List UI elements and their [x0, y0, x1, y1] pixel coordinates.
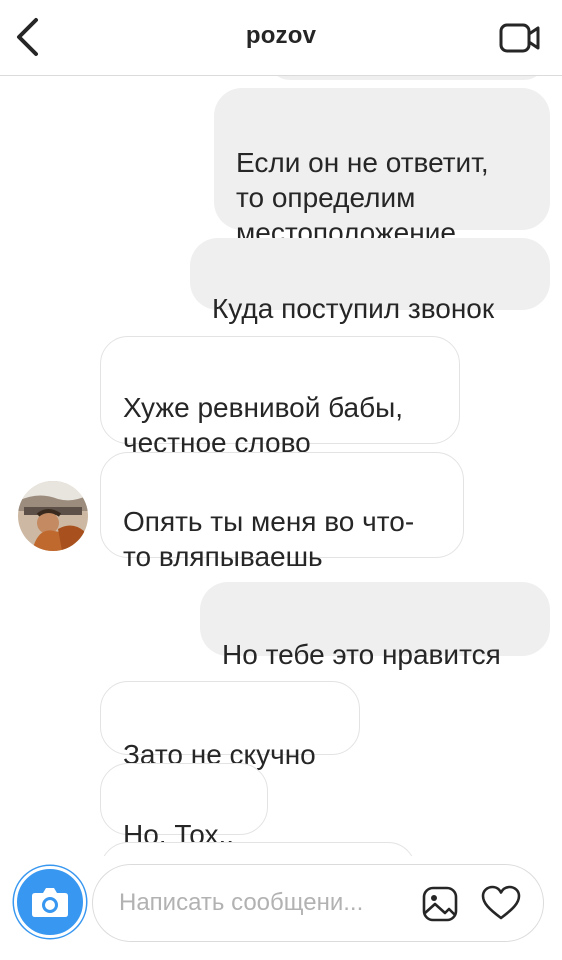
avatar[interactable] [18, 481, 88, 551]
message-text: Но тебе это нравится [222, 639, 501, 670]
message-bubble-outgoing[interactable]: Но тебе это нравится [200, 582, 550, 670]
message-bubble-partial [268, 76, 546, 80]
like-button[interactable] [481, 885, 521, 921]
message-text: Опять ты меня во что- то вляпываешь [123, 506, 415, 572]
message-composer [0, 856, 562, 960]
message-list[interactable]: Если он не ответит, то определим местопо… [0, 76, 562, 856]
heart-icon [481, 885, 521, 920]
chat-title[interactable]: pozov [0, 22, 562, 50]
message-input-wrapper [92, 864, 544, 942]
message-bubble-partial [100, 842, 416, 856]
camera-button[interactable] [14, 866, 86, 938]
gallery-button[interactable] [421, 885, 459, 923]
video-call-button[interactable] [498, 20, 542, 56]
message-bubble-outgoing[interactable]: Куда поступил звонок [190, 238, 550, 324]
camera-icon [32, 888, 68, 917]
message-bubble-incoming[interactable]: Но, Тох.. [100, 763, 268, 850]
message-input[interactable] [119, 883, 409, 923]
avatar-photo [18, 481, 88, 551]
message-bubble-incoming[interactable]: Опять ты меня во что- то вляпываешь [100, 452, 464, 572]
message-bubble-outgoing[interactable]: Если он не ответит, то определим местопо… [214, 88, 550, 248]
message-text: Хуже ревнивой бабы, честное слово [123, 392, 404, 458]
video-camera-icon [499, 23, 540, 53]
message-bubble-incoming[interactable]: Зато не скучно [100, 681, 360, 770]
gallery-icon [422, 886, 458, 922]
chat-header: pozov [0, 0, 562, 76]
message-text: Если он не ответит, то определим местопо… [236, 147, 489, 248]
message-bubble-incoming[interactable]: Хуже ревнивой бабы, честное слово [100, 336, 460, 458]
message-text: Куда поступил звонок [212, 293, 495, 324]
